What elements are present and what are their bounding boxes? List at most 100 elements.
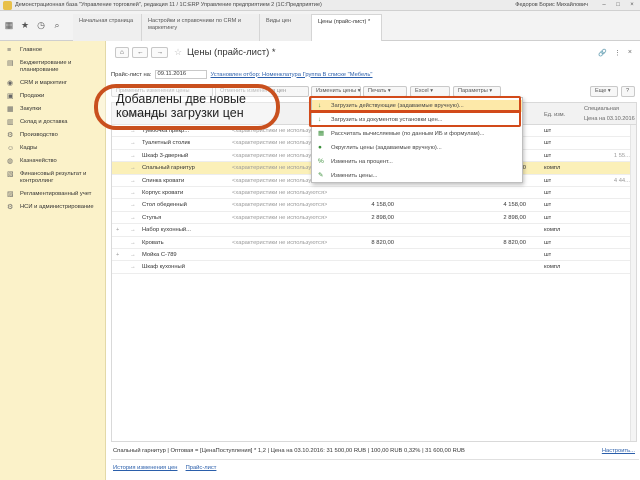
menu-item-change-percent[interactable]: % Изменить на процент... <box>312 156 522 168</box>
filter-row: Прайс-лист на: 09.11.2016 Установлен отб… <box>111 70 373 79</box>
maximize-icon[interactable]: □ <box>612 1 624 9</box>
sidebar-section-icon: ⚙ <box>7 204 14 211</box>
table-row[interactable]: → Корпус кровати <характеристики не исполь… <box>112 187 636 200</box>
selected-item-summary: Спальный гарнитур | Оптовая = [ЦенаПосту… <box>113 448 465 454</box>
current-user[interactable]: Федоров Борис Михайлович <box>515 2 588 8</box>
sections-sidebar: ≡ Главное ▤ Бюджетирование и планирование … <box>0 41 106 480</box>
sidebar-item-financial-result[interactable]: ▧ Финансовый результат и контроллинг <box>0 168 105 188</box>
menu-item-label: Рассчитать вычисляемые (по данным ИБ и ф… <box>331 131 485 137</box>
row-characteristic: <характеристики не используются> <box>232 214 328 221</box>
column-header-special[interactable]: Специальная <box>584 106 619 112</box>
sidebar-section-icon: ▨ <box>7 191 14 198</box>
minimize-icon[interactable]: – <box>598 1 610 9</box>
sidebar-item-regulated-accounting[interactable]: ▨ Регламентированный учет <box>0 188 105 201</box>
row-type-icon: → <box>130 140 136 147</box>
home-button[interactable]: ⌂ <box>115 47 129 58</box>
sidebar-item-main[interactable]: ≡ Главное <box>0 44 105 57</box>
sidebar-item-label: Кадры <box>20 145 38 151</box>
tab-price-types[interactable]: Виды цен <box>260 14 312 41</box>
sidebar-item-label: Бюджетирование и планирование <box>20 60 72 73</box>
more-icon[interactable]: ⋮ <box>614 49 621 57</box>
back-button[interactable]: ← <box>131 47 149 58</box>
table-scrollbar[interactable] <box>630 125 636 441</box>
row-characteristic: <характеристики не используются> <box>232 190 328 196</box>
close-form-icon[interactable]: × <box>628 49 632 57</box>
sidebar-section-icon: ⚙ <box>7 132 14 139</box>
tab-home[interactable]: Начальная страница <box>73 14 142 41</box>
row-unit: шт <box>544 202 552 209</box>
row-unit: шт <box>544 214 552 221</box>
table-row[interactable]: + → Мойка С-789 шт <box>112 249 636 262</box>
sidebar-item-label: Финансовый результат и контроллинг <box>20 171 87 184</box>
price-history-link[interactable]: История изменения цен <box>113 465 178 471</box>
table-row[interactable]: → Шкаф кухонный компл <box>112 261 636 274</box>
row-type-icon: → <box>130 165 136 172</box>
table-row[interactable]: → Стол обеденный <характеристики не исполь… <box>112 199 636 212</box>
sidebar-item-sales[interactable]: ▣ Продажи <box>0 90 105 103</box>
form-header-actions: 🔗 ⋮ × <box>598 49 632 57</box>
row-unit: шт <box>544 128 552 134</box>
sidebar-item-purchases[interactable]: ▦ Закупки <box>0 103 105 116</box>
sidebar-item-label: Казначейство <box>20 158 57 164</box>
link-icon[interactable]: 🔗 <box>598 49 607 57</box>
row-nomenclature: Мойка С-789 <box>142 252 177 258</box>
row-unit: шт <box>544 152 552 159</box>
row-unit: компл <box>544 165 561 172</box>
row-type-icon: → <box>130 239 136 246</box>
row-price-new: 2 898,00 <box>503 214 526 221</box>
round-icon: ● <box>318 144 322 151</box>
row-nomenclature: Набор кухонный... <box>142 227 191 234</box>
forward-button[interactable]: → <box>151 47 168 58</box>
window-titlebar: Демонстрационная база "Управление торгов… <box>0 0 640 11</box>
footer-links: История изменения цен Прайс-лист <box>113 465 216 471</box>
tab-crm-settings[interactable]: Настройки и справочники по CRM и маркети… <box>142 14 260 41</box>
table-row[interactable]: + → Набор кухонный... компл <box>112 224 636 237</box>
sidebar-item-hr[interactable]: ☺ Кадры <box>0 142 105 155</box>
row-nomenclature: Шкаф кухонный <box>142 264 185 271</box>
table-row[interactable]: → Кровать <характеристики не используются>… <box>112 237 636 249</box>
menu-item-change-prices[interactable]: ✎ Изменить цены... <box>312 170 522 182</box>
favorites-star-icon[interactable]: ★ <box>20 19 30 31</box>
menu-item-calculate[interactable]: ▦ Рассчитать вычисляемые (по данным ИБ и … <box>312 128 522 140</box>
row-expand-icon: + <box>116 252 120 258</box>
sidebar-item-crm[interactable]: ◉ CRM и маркетинг <box>0 77 105 90</box>
column-header-unit[interactable]: Ед. изм. <box>544 112 565 118</box>
history-icon[interactable]: ◷ <box>36 19 46 31</box>
price-list-link[interactable]: Прайс-лист <box>186 465 217 471</box>
menu-item-round[interactable]: ● Округлить цены (задаваемые вручную)... <box>312 142 522 154</box>
row-price-old: 2 898,00 <box>371 214 394 221</box>
tab-price-list[interactable]: Цены (прайс-лист) * <box>312 14 382 41</box>
sidebar-item-production[interactable]: ⚙ Производство <box>0 129 105 142</box>
settings-link[interactable]: Настроить... <box>602 448 635 454</box>
help-button[interactable]: ? <box>621 86 635 97</box>
sidebar-item-budgeting[interactable]: ▤ Бюджетирование и планирование <box>0 57 105 77</box>
favorite-star-icon[interactable]: ☆ <box>174 47 182 58</box>
sidebar-section-icon: ▣ <box>7 93 14 100</box>
window-title: Демонстрационная база "Управление торгов… <box>15 2 322 8</box>
row-unit: шт <box>544 252 552 258</box>
more-actions-button[interactable]: Еще ▾ <box>590 86 618 97</box>
row-type-icon: → <box>130 252 136 258</box>
sidebar-item-administration[interactable]: ⚙ НСИ и администрирование <box>0 201 105 214</box>
row-nomenclature: Шкаф 3-дверный <box>142 152 189 159</box>
grid-menu-icon[interactable]: ▦ <box>4 19 14 31</box>
open-tabs: Начальная страница Настройки и справочни… <box>73 14 382 41</box>
sidebar-item-warehouse[interactable]: ▥ Склад и доставка <box>0 116 105 129</box>
column-header-price-date[interactable]: Цена на 03.10.2016 <box>584 116 635 122</box>
sidebar-section-icon: ▥ <box>7 119 14 126</box>
row-price-new: 4 158,00 <box>503 202 526 209</box>
sidebar-section-icon: ◉ <box>7 80 14 87</box>
table-row[interactable]: → Стулья <характеристики не используются> 2… <box>112 212 636 225</box>
close-window-icon[interactable]: × <box>626 1 638 9</box>
sidebar-section-icon: ≡ <box>7 47 12 54</box>
date-field[interactable]: 09.11.2016 <box>154 70 207 79</box>
row-type-icon: → <box>130 214 136 221</box>
top-panel: ▦ ★ ◷ ⌕ Начальная страница Настройки и с… <box>0 11 640 41</box>
edit-icon: ✎ <box>318 172 324 179</box>
search-icon[interactable]: ⌕ <box>52 19 62 31</box>
sidebar-item-treasury[interactable]: ◍ Казначейство <box>0 155 105 168</box>
row-nomenclature: Стулья <box>142 214 162 221</box>
row-type-icon: → <box>130 227 136 234</box>
selection-link[interactable]: Установлен отбор: Номенклатура Группа В … <box>211 72 373 78</box>
row-expand-icon: + <box>116 227 120 234</box>
